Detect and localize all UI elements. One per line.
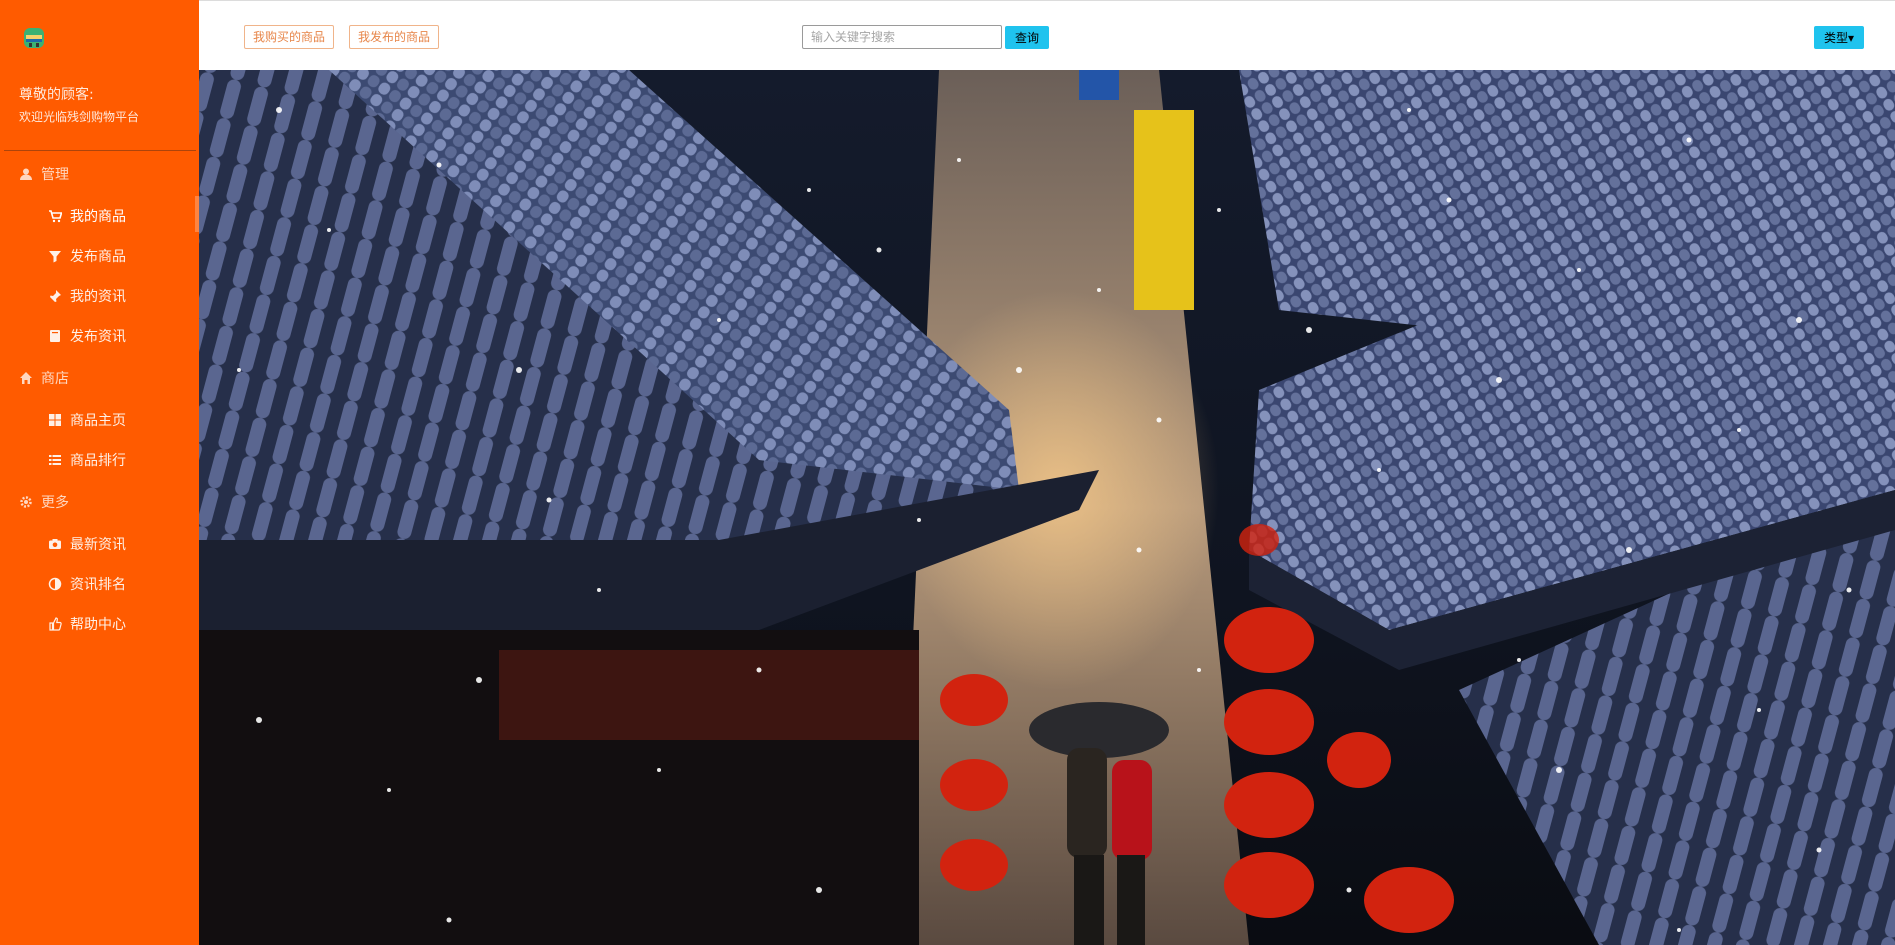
sidebar-item-publish-product[interactable]: 发布商品	[48, 246, 126, 266]
contrast-icon	[48, 577, 62, 591]
menu-section-label: 商店	[41, 371, 69, 387]
sidebar-item-label: 发布商品	[70, 249, 126, 265]
sidebar-item-label: 商品排行	[70, 453, 126, 469]
home-icon	[19, 371, 33, 385]
published-products-button[interactable]: 我发布的商品	[349, 25, 440, 49]
thumb-icon	[48, 617, 62, 631]
top-bar: 我购买的商品 我发布的商品 查询 类型▾	[199, 0, 1895, 71]
sidebar-item-my-products[interactable]: 我的商品	[48, 206, 126, 226]
user-icon	[19, 167, 33, 181]
hero-image	[199, 70, 1895, 945]
sidebar-item-label: 我的资讯	[70, 289, 126, 305]
sidebar-item-label: 发布资讯	[70, 329, 126, 345]
sidebar-divider	[4, 150, 196, 151]
greeting-title: 尊敬的顾客:	[19, 87, 94, 103]
search-button[interactable]: 查询	[1005, 26, 1049, 49]
sidebar-item-label: 资讯排名	[70, 577, 126, 593]
search-input[interactable]	[802, 25, 1002, 49]
bought-products-button[interactable]: 我购买的商品	[244, 25, 335, 49]
filter-icon	[48, 249, 62, 263]
menu-section-label: 管理	[41, 167, 69, 183]
greeting-subtitle: 欢迎光临残剑购物平台	[19, 110, 140, 124]
menu-section-label: 更多	[41, 495, 69, 511]
sidebar-item-news-ranking[interactable]: 资讯排名	[48, 574, 126, 594]
sidebar-item-label: 帮助中心	[70, 617, 126, 633]
menu-section-shop[interactable]: 商店	[19, 368, 69, 388]
sidebar-item-label: 我的商品	[70, 209, 126, 225]
sidebar-item-my-news[interactable]: 我的资讯	[48, 286, 126, 306]
sidebar-item-publish-news[interactable]: 发布资讯	[48, 326, 126, 346]
grid-icon	[48, 413, 62, 427]
sidebar-item-help-center[interactable]: 帮助中心	[48, 614, 126, 634]
sidebar-item-label: 商品主页	[70, 413, 126, 429]
sidebar-item-product-home[interactable]: 商品主页	[48, 410, 126, 430]
sidebar-item-product-ranking[interactable]: 商品排行	[48, 450, 126, 470]
sidebar: 尊敬的顾客: 欢迎光临残剑购物平台 管理 我的商品 发布商品 我的资讯 发布资讯	[0, 0, 199, 945]
type-dropdown-button[interactable]: 类型▾	[1814, 26, 1864, 49]
menu-section-more[interactable]: 更多	[19, 492, 69, 512]
book-icon	[48, 329, 62, 343]
sidebar-item-label: 最新资讯	[70, 537, 126, 553]
sidebar-item-latest-news[interactable]: 最新资讯	[48, 534, 126, 554]
camera-icon	[48, 537, 62, 551]
gear-icon	[19, 495, 33, 509]
list-icon	[48, 453, 62, 467]
cart-icon	[48, 209, 63, 223]
menu-section-manage[interactable]: 管理	[19, 164, 69, 184]
logo-icon	[22, 26, 46, 50]
snowy-street-illustration	[199, 70, 1895, 945]
pin-icon	[48, 289, 62, 303]
